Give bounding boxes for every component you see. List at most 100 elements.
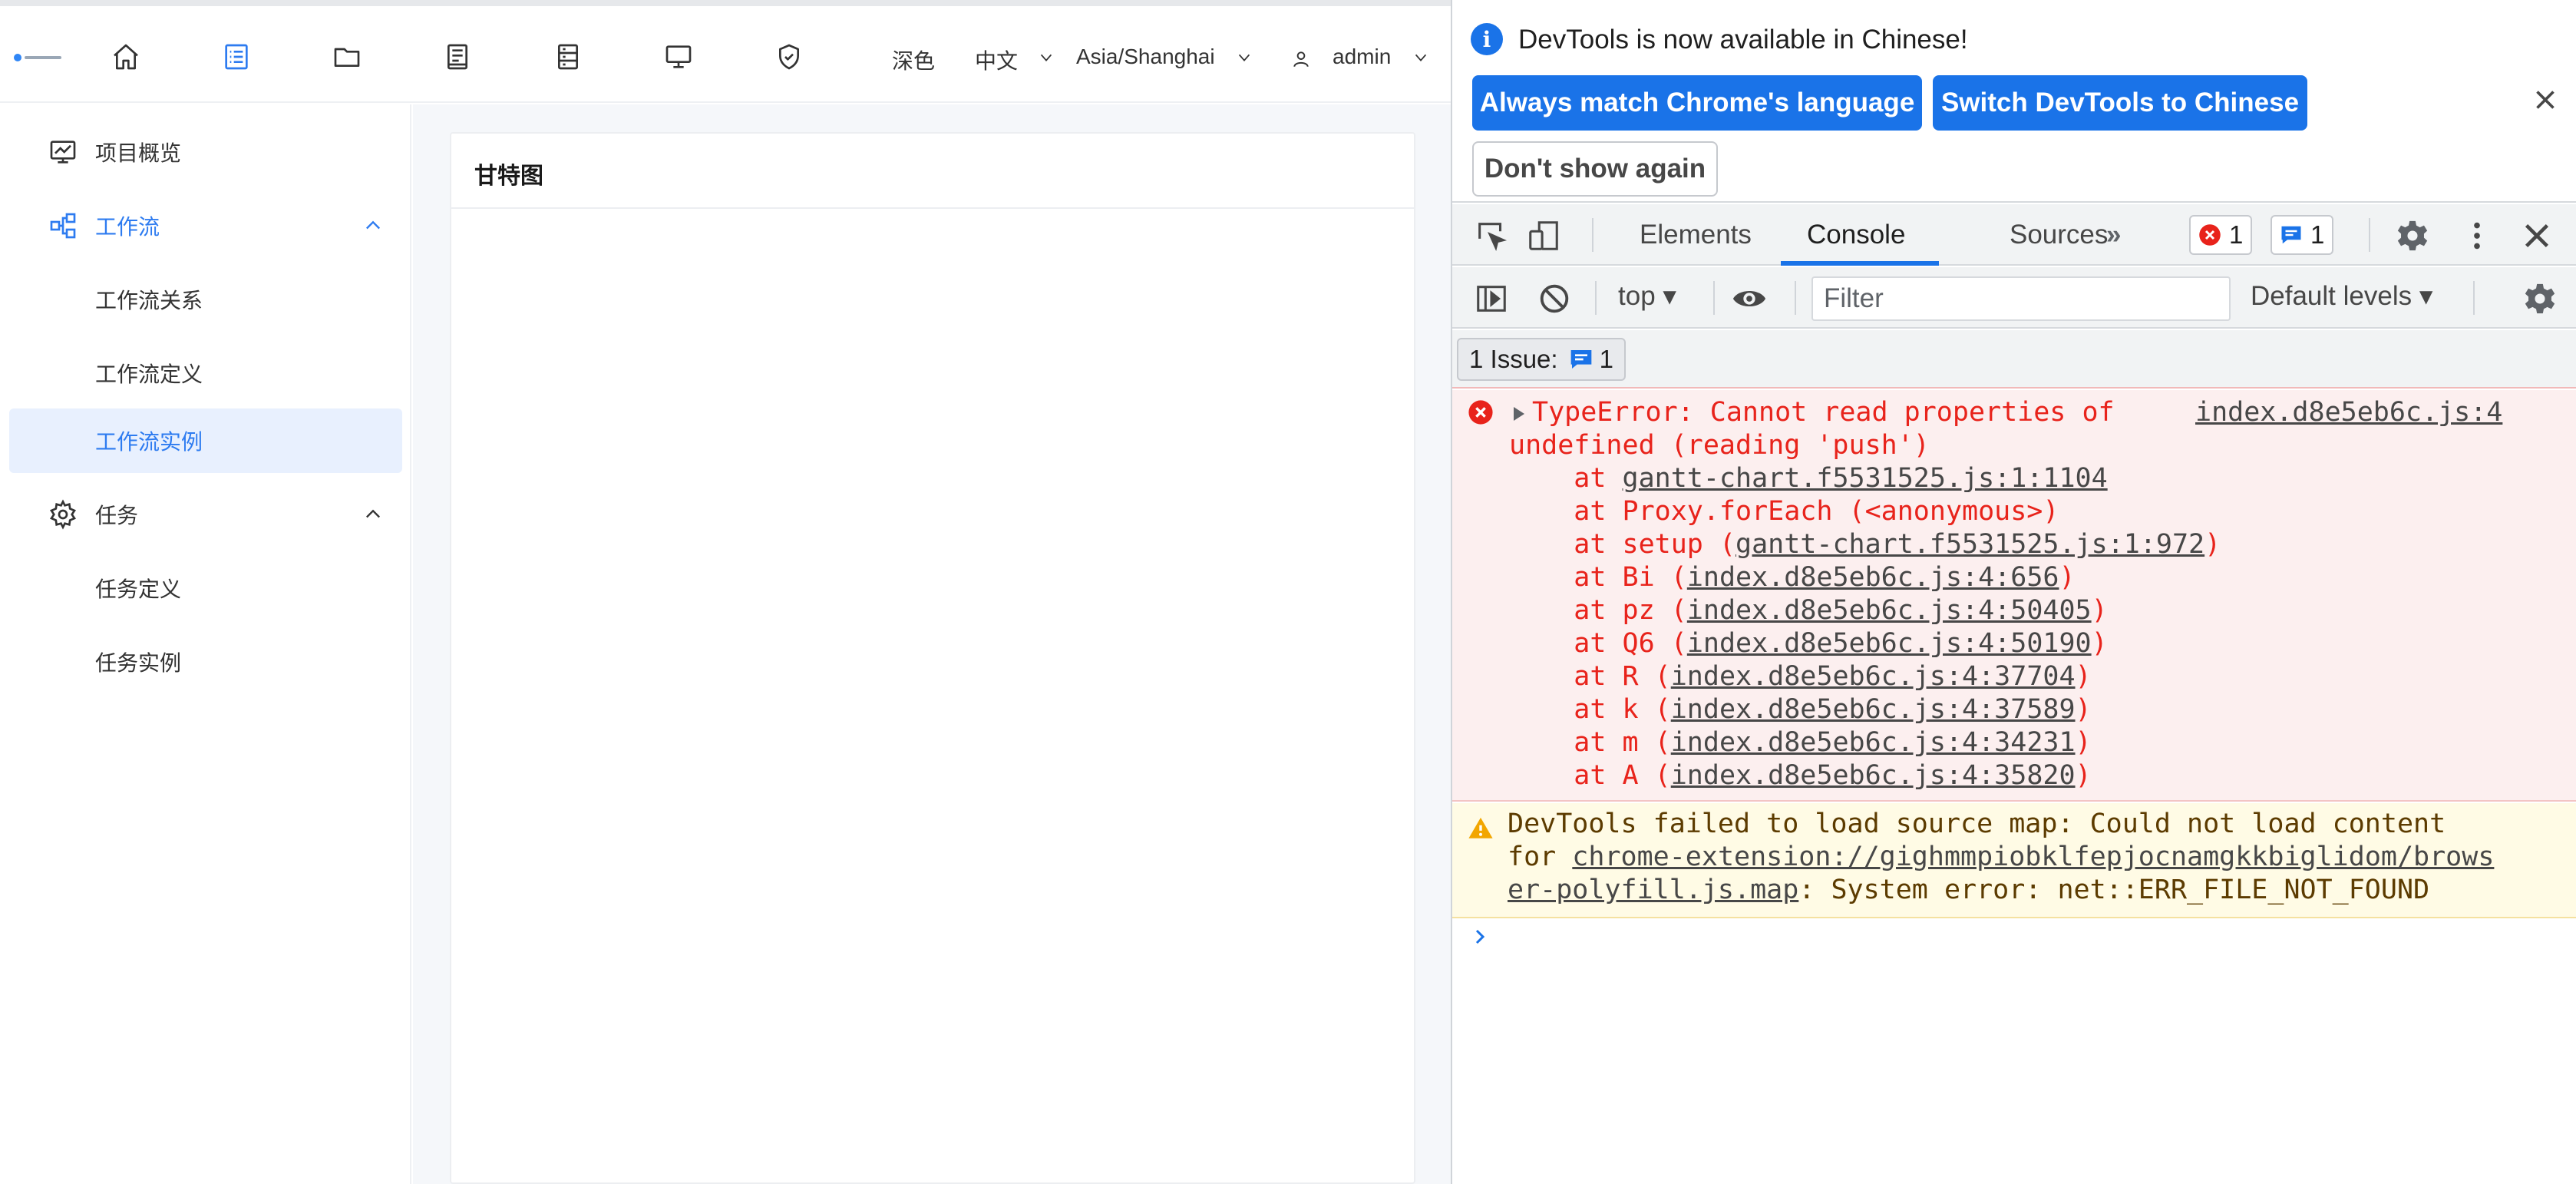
sidebar-item-label: 工作流实例 (95, 430, 203, 454)
stack-frame-text: ) (2075, 661, 2092, 692)
card-title: 甘特图 (474, 164, 543, 189)
security-icon[interactable] (772, 40, 806, 74)
settings-gear-icon[interactable] (2395, 218, 2430, 253)
sidebar-item-workflow-relation[interactable]: 工作流关系 (9, 267, 402, 332)
devtools-tabbar: Elements Console Sources » 1 1 (1452, 204, 2576, 266)
stack-frame-link[interactable]: index.d8e5eb6c.js:4:34231 (1671, 727, 2076, 758)
tab-elements[interactable]: Elements (1640, 220, 1752, 250)
stack-frame-text: at (1509, 727, 1623, 758)
sidebar-item-task-instance[interactable]: 任务实例 (9, 630, 402, 694)
switch-to-chinese-button[interactable]: Switch DevTools to Chinese (1933, 75, 2307, 131)
console-toolbar: top ▾ Filter Default levels ▾ (1452, 267, 2576, 329)
language-select[interactable]: 中文 (975, 45, 1018, 75)
chevron-down-icon[interactable] (1412, 49, 1429, 66)
stack-frame-text: at (1509, 529, 1623, 560)
stack-frame-link[interactable]: gantt-chart.f5531525.js:1:1104 (1623, 463, 2108, 494)
project-list-icon[interactable] (220, 40, 253, 74)
eye-icon[interactable] (1732, 281, 1767, 316)
more-options-icon[interactable] (2459, 218, 2495, 253)
message-icon (2281, 226, 2301, 244)
stack-frame: at setup (gantt-chart.f5531525.js:1:972) (1509, 528, 2221, 561)
gear-icon (50, 499, 76, 530)
issues-button[interactable]: 1 Issue: 1 (1457, 338, 1626, 381)
separator (1592, 218, 1593, 252)
console-settings-icon[interactable] (2522, 281, 2558, 316)
stack-frame-text: R ( (1622, 661, 1671, 692)
sidebar-item-workflow[interactable]: 工作流 (9, 193, 402, 258)
warning-message[interactable]: DevTools failed to load source map: Coul… (1452, 803, 2576, 918)
app-logo[interactable] (14, 51, 61, 64)
stack-frame-link[interactable]: index.d8e5eb6c.js:4:50405 (1687, 595, 2092, 626)
error-source-link[interactable]: index.d8e5eb6c.js:4 (2195, 396, 2502, 429)
error-count-badge[interactable]: 1 (2189, 215, 2253, 255)
monitor-icon[interactable] (662, 40, 695, 74)
tab-console[interactable]: Console (1807, 220, 1905, 250)
stack-frame-text: ) (2075, 694, 2092, 725)
stack-frame-text: at (1509, 694, 1623, 725)
stack-frame-text: setup ( (1622, 529, 1736, 560)
close-devtools-icon[interactable] (2519, 218, 2555, 253)
stack-frame-text: ) (2091, 628, 2108, 659)
more-tabs-icon[interactable]: » (2106, 220, 2121, 250)
dont-show-again-button[interactable]: Don't show again (1472, 141, 1718, 197)
sidebar-item-workflow-instance[interactable]: 工作流实例 (9, 408, 402, 473)
stack-frame-link[interactable]: index.d8e5eb6c.js:4:37704 (1671, 661, 2076, 692)
console-prompt-icon[interactable] (1471, 928, 1489, 946)
stack-frame-link[interactable]: index.d8e5eb6c.js:4:37589 (1671, 694, 2076, 725)
sidebar-item-workflow-definition[interactable]: 工作流定义 (9, 341, 402, 405)
sidebar-item-label: 工作流关系 (95, 289, 203, 313)
user-menu[interactable]: admin (1333, 45, 1391, 69)
source-map-link[interactable]: er-polyfill.js.map (1508, 875, 1798, 905)
error-message[interactable]: TypeError: Cannot read properties of und… (1452, 390, 2576, 802)
clear-console-icon[interactable] (1537, 281, 1572, 316)
message-count: 1 (2310, 220, 2325, 249)
context-selector[interactable]: top ▾ (1618, 281, 1676, 312)
chevron-down-icon[interactable] (1236, 49, 1253, 66)
sidebar-item-task[interactable]: 任务 (9, 482, 402, 547)
sidebar-item-task-definition[interactable]: 任务定义 (9, 556, 402, 620)
issues-bar: 1 Issue: 1 (1452, 330, 2576, 389)
close-icon[interactable] (2531, 86, 2559, 114)
timezone-select[interactable]: Asia/Shanghai (1076, 45, 1215, 69)
inspect-element-icon[interactable] (1474, 218, 1509, 253)
issues-label: 1 Issue: (1469, 345, 1558, 373)
chevron-down-icon[interactable] (1038, 49, 1055, 66)
match-language-button[interactable]: Always match Chrome's language (1472, 75, 1922, 131)
dashboard-icon (50, 141, 76, 164)
stack-frame-text: at (1509, 628, 1623, 659)
filter-input[interactable]: Filter (1811, 276, 2231, 321)
warning-text: : System error: net::ERR_FILE_NOT_FOUND (1798, 875, 2430, 905)
error-text-line: TypeError: Cannot read properties of (1532, 397, 2115, 428)
message-count-badge[interactable]: 1 (2271, 215, 2334, 255)
stack-frame-link[interactable]: index.d8e5eb6c.js:4:35820 (1671, 760, 2076, 791)
folder-icon[interactable] (330, 40, 364, 74)
stack-frame: at pz (index.d8e5eb6c.js:4:50405) (1509, 594, 2107, 627)
device-toolbar-icon[interactable] (1526, 218, 1561, 253)
stack-frame-text: m ( (1622, 727, 1671, 758)
warning-text-line: er-polyfill.js.map: System error: net::E… (1508, 874, 2429, 907)
tab-sources[interactable]: Sources (2010, 220, 2108, 250)
resource-icon[interactable] (441, 40, 474, 74)
stack-frame-text: pz ( (1622, 595, 1687, 626)
theme-toggle[interactable]: 深色 (892, 45, 935, 75)
separator (1713, 281, 1715, 315)
expand-triangle-icon[interactable] (1514, 407, 1524, 421)
home-icon[interactable] (109, 40, 143, 74)
sidebar-item-project-overview[interactable]: 项目概览 (9, 120, 402, 184)
log-levels-select[interactable]: Default levels ▾ (2251, 281, 2432, 312)
sidebar-toggle-icon[interactable] (1474, 281, 1509, 316)
source-map-link[interactable]: chrome-extension://gighmmpiobklfepjocnam… (1572, 842, 2494, 872)
stack-frame-link[interactable]: gantt-chart.f5531525.js:1:972 (1735, 529, 2204, 560)
datasource-icon[interactable] (551, 40, 585, 74)
context-label: top (1618, 281, 1656, 311)
separator (1595, 281, 1597, 315)
stack-frame: at R (index.d8e5eb6c.js:4:37704) (1509, 660, 2092, 693)
stack-frame-link[interactable]: index.d8e5eb6c.js:4:656 (1687, 562, 2059, 593)
workflow-icon (50, 213, 76, 239)
stack-frame-text: at (1509, 496, 1623, 527)
warning-text: for (1508, 842, 1573, 872)
language-banner: i DevTools is now available in Chinese! … (1452, 0, 2576, 203)
stack-frame-link[interactable]: index.d8e5eb6c.js:4:50190 (1687, 628, 2092, 659)
top-header: 深色 中文 Asia/Shanghai admin (0, 6, 1451, 103)
stack-frame-text: at (1509, 562, 1623, 593)
